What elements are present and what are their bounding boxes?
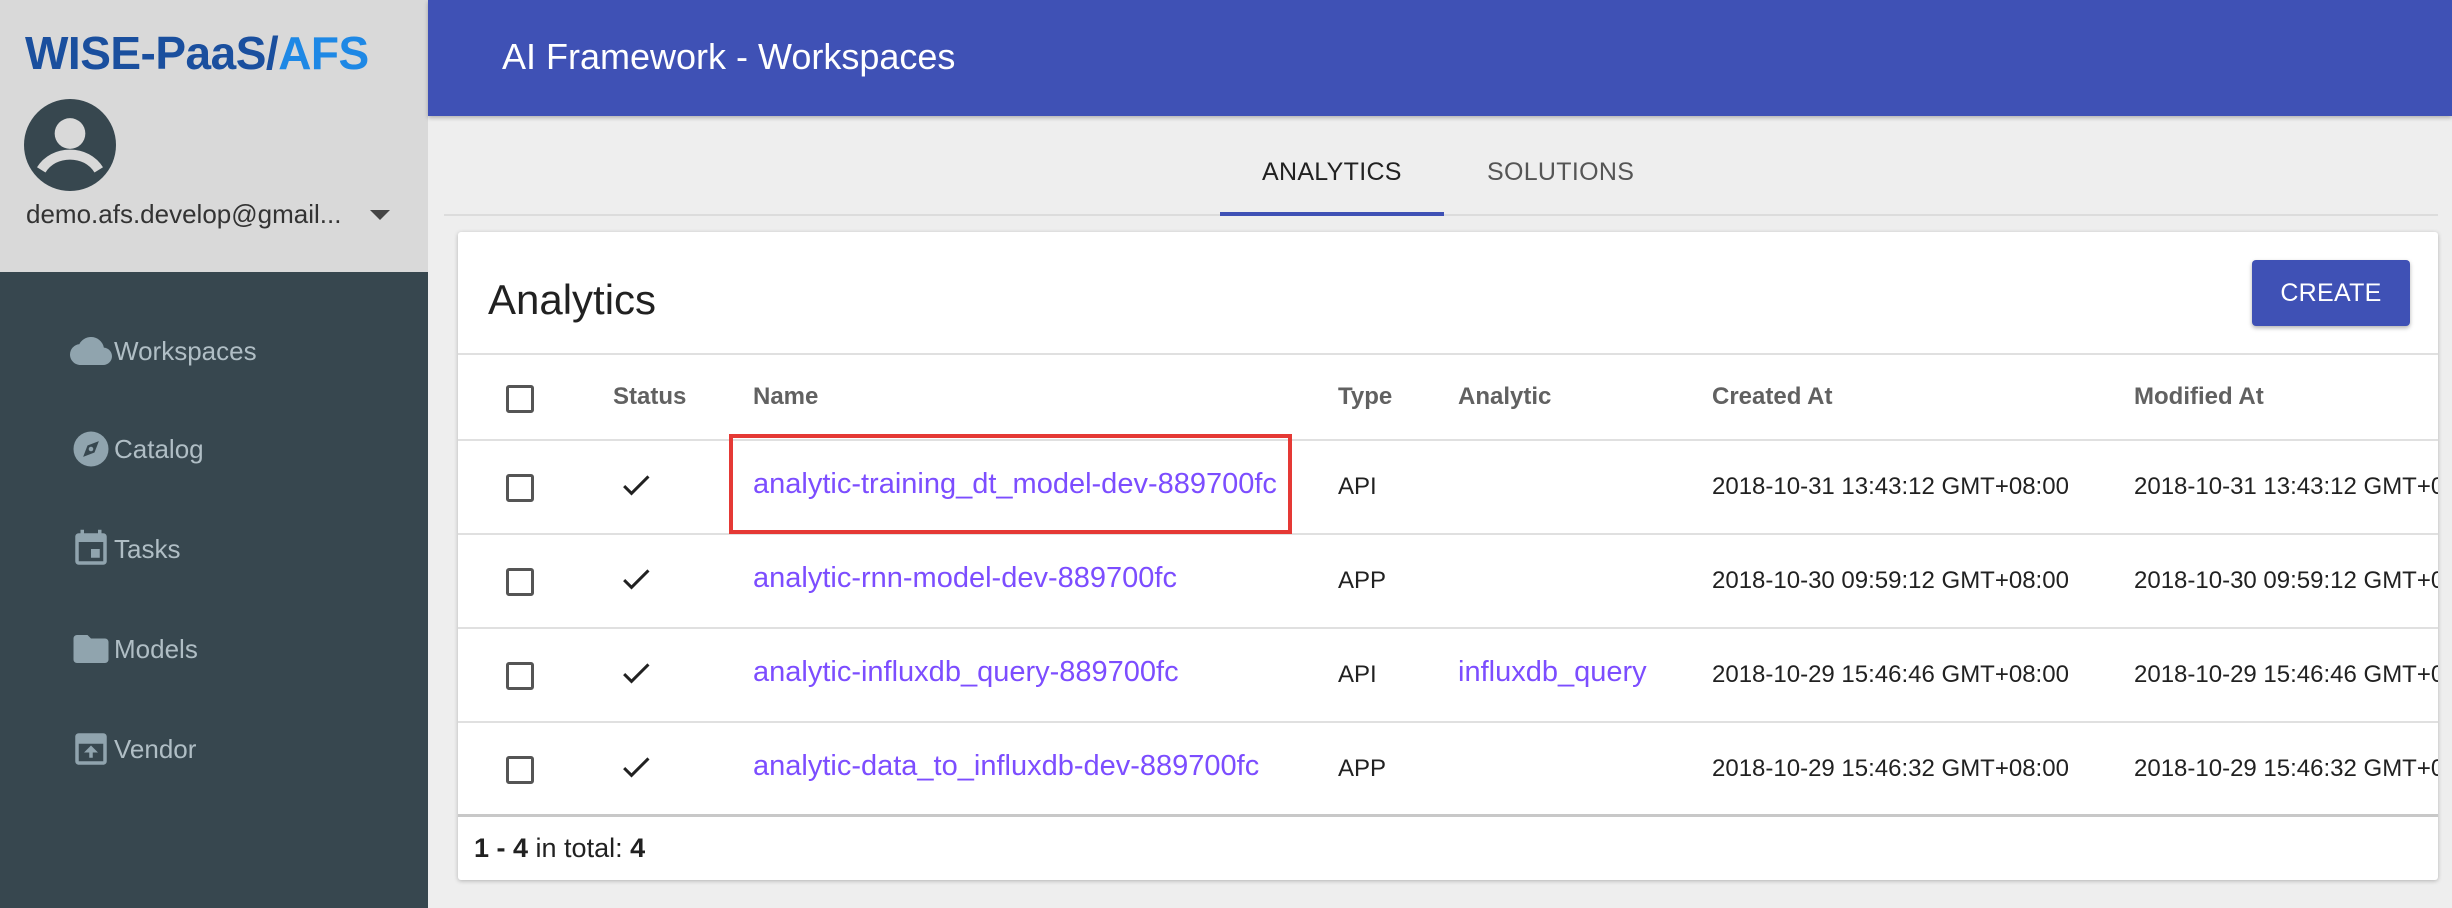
user-email: demo.afs.develop@gmail...	[26, 199, 342, 229]
modified-at-cell: 2018-10-29 15:46:46 GMT+08:00	[2134, 661, 2438, 688]
sidebar-header: WISE-PaaS/AFS demo.afs.develop@gmail...	[0, 0, 428, 272]
analytic-name-link[interactable]: analytic-influxdb_query-889700fc	[753, 656, 1179, 689]
type-cell: API	[1338, 473, 1377, 500]
sidebar-item-catalog[interactable]: Catalog	[70, 424, 204, 474]
caret-down-icon[interactable]	[370, 209, 390, 220]
tab-analytics[interactable]: ANALYTICS	[1262, 158, 1402, 187]
modified-at-cell: 2018-10-30 09:59:12 GMT+08:00	[2134, 567, 2438, 594]
tab-bar: ANALYTICS SOLUTIONS	[444, 116, 2438, 216]
sidebar-item-models[interactable]: Models	[70, 624, 198, 674]
tab-active-indicator	[1220, 212, 1444, 216]
column-header-status[interactable]: Status	[613, 383, 686, 411]
page-title: AI Framework - Workspaces	[502, 36, 956, 77]
table-header: Status Name Type Analytic Created At Mod…	[458, 355, 2438, 441]
sidebar: WISE-PaaS/AFS demo.afs.develop@gmail... …	[0, 0, 428, 908]
row-checkbox[interactable]	[506, 568, 534, 596]
table-row[interactable]: analytic-training_dt_model-dev-889700fc …	[458, 441, 2438, 535]
pagination-label: in total:	[528, 833, 631, 863]
column-header-type[interactable]: Type	[1338, 383, 1392, 411]
analytic-link[interactable]: influxdb_query	[1458, 656, 1647, 689]
sidebar-item-label: Catalog	[114, 433, 204, 464]
app-bar: AI Framework - Workspaces	[428, 0, 2452, 116]
analytics-card: Analytics CREATE Status Name Type Analyt…	[458, 232, 2438, 880]
pagination-summary: 1 - 4 in total: 4	[474, 833, 645, 864]
row-checkbox[interactable]	[506, 662, 534, 690]
created-at-cell: 2018-10-29 15:46:46 GMT+08:00	[1712, 661, 2069, 688]
modified-at-cell: 2018-10-29 15:46:32 GMT+08:00	[2134, 755, 2438, 782]
analytic-name-link[interactable]: analytic-training_dt_model-dev-889700fc	[753, 468, 1277, 501]
sidebar-item-tasks[interactable]: Tasks	[70, 524, 180, 574]
logo: WISE-PaaS/AFS	[25, 27, 369, 79]
column-header-name[interactable]: Name	[753, 383, 818, 411]
pagination-total: 4	[630, 833, 646, 863]
column-header-modified-at[interactable]: Modified At	[2134, 383, 2264, 411]
row-checkbox[interactable]	[506, 756, 534, 784]
row-checkbox[interactable]	[506, 474, 534, 502]
folder-icon	[73, 635, 109, 663]
sidebar-item-label: Models	[114, 633, 198, 664]
create-button[interactable]: CREATE	[2252, 260, 2410, 326]
table-row[interactable]: analytic-rnn-model-dev-889700fc APP 2018…	[458, 535, 2438, 629]
column-header-analytic[interactable]: Analytic	[1458, 383, 1551, 411]
cloud-icon	[70, 337, 112, 365]
type-cell: APP	[1338, 755, 1387, 782]
modified-at-cell: 2018-10-31 13:43:12 GMT+08:00	[2134, 473, 2438, 500]
check-icon	[623, 757, 650, 778]
tab-solutions[interactable]: SOLUTIONS	[1487, 158, 1634, 187]
check-icon	[623, 663, 650, 684]
type-cell: APP	[1338, 567, 1387, 594]
created-at-cell: 2018-10-30 09:59:12 GMT+08:00	[1712, 567, 2069, 594]
upload-box-icon	[75, 733, 107, 765]
account-circle-icon[interactable]	[24, 99, 116, 191]
pagination-range: 1 - 4	[474, 833, 529, 863]
sidebar-item-vendor[interactable]: Vendor	[70, 724, 196, 774]
table-row[interactable]: analytic-influxdb_query-889700fc API inf…	[458, 629, 2438, 723]
check-icon	[623, 569, 650, 590]
analytic-name-link[interactable]: analytic-rnn-model-dev-889700fc	[753, 562, 1177, 595]
select-all-checkbox[interactable]	[506, 385, 534, 413]
sidebar-item-label: Tasks	[114, 533, 181, 564]
user-menu[interactable]: demo.afs.develop@gmail...	[26, 199, 390, 230]
created-at-cell: 2018-10-31 13:43:12 GMT+08:00	[1712, 473, 2069, 500]
sidebar-item-workspaces[interactable]: Workspaces	[70, 326, 257, 376]
created-at-cell: 2018-10-29 15:46:32 GMT+08:00	[1712, 755, 2069, 782]
compass-icon	[73, 431, 109, 467]
sidebar-item-label: Vendor	[114, 733, 197, 764]
calendar-icon	[75, 529, 107, 565]
table-row[interactable]: analytic-data_to_influxdb-dev-889700fc A…	[458, 723, 2438, 817]
card-title: Analytics	[488, 276, 657, 323]
check-icon	[623, 475, 650, 496]
analytic-name-link[interactable]: analytic-data_to_influxdb-dev-889700fc	[753, 750, 1259, 783]
sidebar-item-label: Workspaces	[114, 335, 257, 366]
type-cell: API	[1338, 661, 1377, 688]
column-header-created-at[interactable]: Created At	[1712, 383, 1832, 411]
